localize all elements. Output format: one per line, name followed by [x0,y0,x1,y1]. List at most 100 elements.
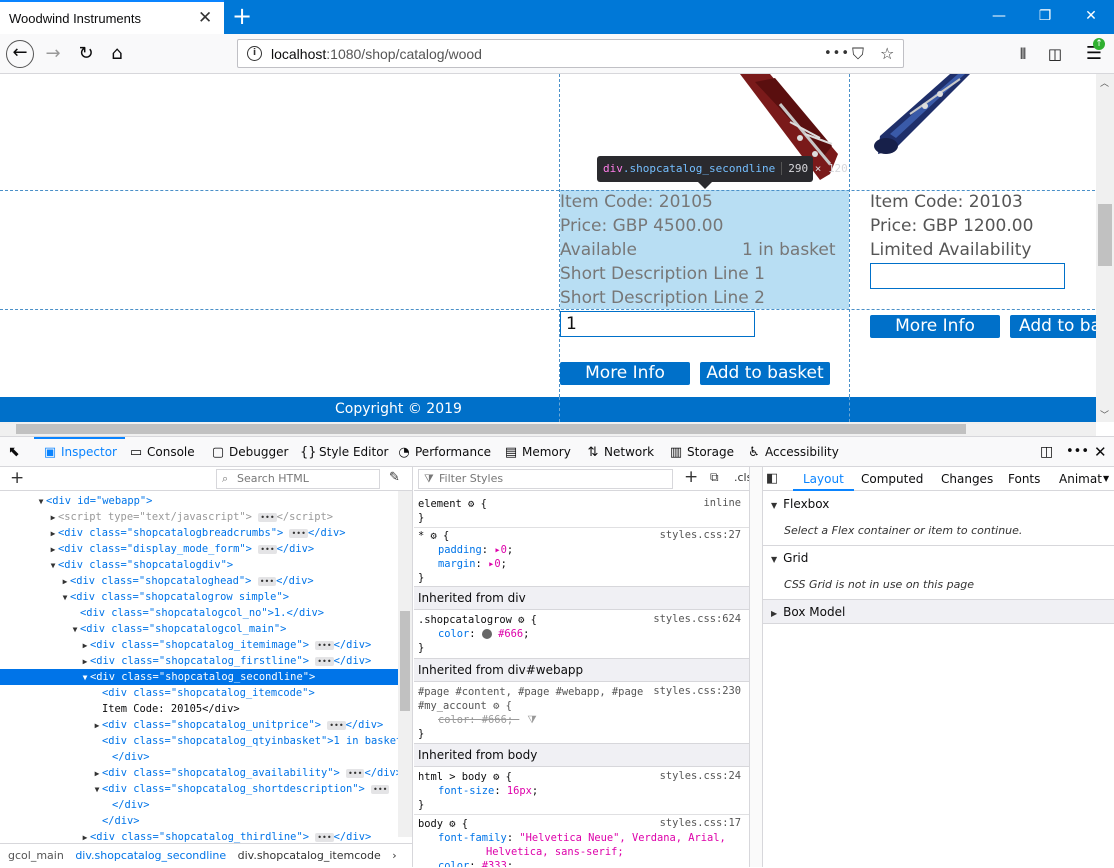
color-swatch[interactable] [481,629,492,639]
add-rule-icon[interactable]: + [684,467,698,487]
rule-declaration[interactable]: margin: ▸0; [418,557,748,571]
tab-computed[interactable]: Computed [861,467,923,491]
scroll-thumb[interactable] [16,424,966,434]
grid-section-header[interactable]: ▼ Grid [763,546,1114,570]
site-info-icon[interactable]: i [247,46,262,61]
scroll-down-icon[interactable]: ﹀ [1100,408,1109,421]
pocket-icon[interactable]: ⛉ [852,44,864,64]
markup-node[interactable]: ▶ <div class="shopcatalog_unitprice"> •••… [0,717,398,733]
markup-node[interactable]: ▼ <div class="shopcatalog_shortdescriptio… [0,781,398,797]
tab-changes[interactable]: Changes [941,467,993,491]
breadcrumb-item[interactable]: gcol_main [8,849,64,862]
more-info-button[interactable]: More Info [870,315,1000,338]
filter-icon[interactable]: ⧩ [527,713,536,727]
markup-node[interactable]: ▶ <div class="shopcatalog_itemimage"> •••… [0,637,398,653]
rule-source[interactable]: styles.css:230 [653,685,741,697]
tab-console[interactable]: ▭ Console [128,437,195,467]
scroll-thumb[interactable] [400,611,410,711]
browser-tab[interactable]: Woodwind Instruments ✕ [0,0,224,34]
markup-node[interactable]: </div> [0,813,398,829]
rule-declaration[interactable]: font-family: "Helvetica Neue", Verdana, … [418,831,748,845]
rule-declaration-overridden[interactable]: color: #666; ⧩ [418,713,748,727]
rule-source[interactable]: inline [703,497,741,509]
tab-memory[interactable]: ▤ Memory [503,437,571,467]
tab-network[interactable]: ⇅ Network [585,437,655,467]
markup-node[interactable]: ▼ <div class="shopcatalogcol_main"> [0,621,398,637]
sidebar-icon[interactable]: ◫ [1041,40,1069,68]
tab-performance[interactable]: ◔ Performance [396,437,491,467]
markup-node[interactable]: </div> [0,797,398,813]
markup-node[interactable]: <div class="shopcatalog_itemcode"> [0,685,398,701]
markup-node[interactable]: ▼ <div class="shopcatalogdiv"> [0,557,398,573]
breadcrumb-item[interactable]: div.shopcatalog_secondline [75,849,226,862]
markup-node-selected[interactable]: ▼ <div class="shopcatalog_secondline"> [0,669,398,685]
quantity-input[interactable]: 1 [560,311,755,337]
tab-style-editor[interactable]: {} Style Editor [300,437,388,467]
rule-source[interactable]: styles.css:27 [660,529,741,541]
new-tab-button[interactable]: + [228,2,256,30]
filter-styles-input[interactable]: ⧩ Filter Styles [418,469,673,489]
rule-source[interactable]: styles.css:24 [660,770,741,782]
flexbox-section-header[interactable]: ▼ Flexbox [763,492,1114,516]
library-icon[interactable]: ⫴ [1009,40,1037,68]
sidebar-splitter[interactable] [749,467,763,867]
home-icon[interactable]: ⌂ [103,40,131,68]
page-horizontal-scrollbar[interactable] [0,422,1096,436]
bookmark-star-icon[interactable]: ☆ [880,44,894,63]
rule-declaration[interactable]: padding: ▸0; [418,543,748,557]
tab-storage[interactable]: ▥ Storage [668,437,734,467]
rule-source[interactable]: styles.css:17 [660,817,741,829]
markup-node[interactable]: ▼ <div class="shopcatalogrow simple"> [0,589,398,605]
scroll-up-icon[interactable]: ︿ [1100,76,1109,89]
markup-scrollbar[interactable] [398,491,412,837]
more-info-button[interactable]: More Info [560,362,690,385]
markup-node[interactable]: ▶ <div class="shopcataloghead"> ••• </div> [0,573,398,589]
markup-node[interactable]: </div> [0,749,398,765]
breadcrumb-item[interactable]: div.shopcatalog_itemcode [238,849,381,862]
add-to-basket-button[interactable]: Add to ba [1010,315,1100,338]
color-value: #666 [481,714,507,726]
back-icon[interactable]: ← [6,40,34,68]
markup-node[interactable]: <div class="shopcatalog_qtyinbasket">1 i… [0,733,402,749]
more-options-icon[interactable]: ••• [1066,437,1089,467]
minimize-icon[interactable]: — [976,0,1022,34]
rule-source[interactable]: styles.css:624 [653,613,741,625]
breadcrumb-next-icon[interactable]: › [392,849,396,862]
page-actions-icon[interactable]: ••• [824,46,850,61]
url-bar[interactable]: i localhost:1080/shop/catalog/wood ••• ⛉… [237,39,904,68]
markup-node[interactable]: ▶ <div class="shopcatalog_availability"> … [0,765,402,781]
tab-inspector[interactable]: ▣ Inspector [34,437,125,467]
rule-declaration[interactable]: font-size: 16px; [418,784,748,798]
box-model-section-header[interactable]: ▶ Box Model [763,600,1114,624]
forward-icon[interactable]: → [39,40,67,68]
markup-node[interactable]: <div class="shopcatalogcol_no">1.</div> [0,605,398,621]
tabs-overflow-icon[interactable]: ▼ [1103,467,1109,491]
tab-debugger[interactable]: ▢ Debugger [210,437,289,467]
tab-layout[interactable]: Layout [793,467,854,491]
quantity-input[interactable] [870,263,1065,289]
toggle-pseudo-icon[interactable]: ⧉ [710,470,719,485]
window-close-icon[interactable]: ✕ [1068,0,1114,34]
search-html-input[interactable]: ⌕ Search HTML [216,469,380,489]
page-vertical-scrollbar[interactable]: ︿ ﹀ [1096,74,1114,422]
markup-node[interactable]: ▶ <div class="shopcatalogbreadcrumbs"> ••… [0,525,398,541]
tab-animations[interactable]: Animat [1059,467,1102,491]
tab-accessibility[interactable]: ♿ Accessibility [746,437,839,467]
markup-node[interactable]: ▶ <div class="display_mode_form"> ••• </di… [0,541,398,557]
eyedropper-icon[interactable]: ✎ [389,470,400,485]
dock-icon[interactable]: ◫ [1040,437,1053,467]
pick-element-icon[interactable]: ⬉ [8,437,20,467]
markup-node[interactable]: ▼ <div id="webapp"> [0,493,398,509]
tab-fonts[interactable]: Fonts [1008,467,1040,491]
close-tab-icon[interactable]: ✕ [198,8,212,28]
markup-node[interactable]: Item Code: 20105</div> [0,701,398,717]
scroll-thumb[interactable] [1098,204,1112,266]
close-devtools-icon[interactable]: ✕ [1094,437,1107,467]
add-to-basket-button[interactable]: Add to basket [700,362,830,385]
restore-icon[interactable]: ❐ [1022,0,1068,34]
add-node-icon[interactable]: + [10,468,24,488]
markup-node[interactable]: ▶ <script type="text/javascript"> ••• </sc… [0,509,398,525]
rule-declaration[interactable]: color: #666; [418,627,748,641]
markup-node[interactable]: ▶ <div class="shopcatalog_firstline"> •••… [0,653,398,669]
reload-icon[interactable]: ↻ [72,40,100,68]
